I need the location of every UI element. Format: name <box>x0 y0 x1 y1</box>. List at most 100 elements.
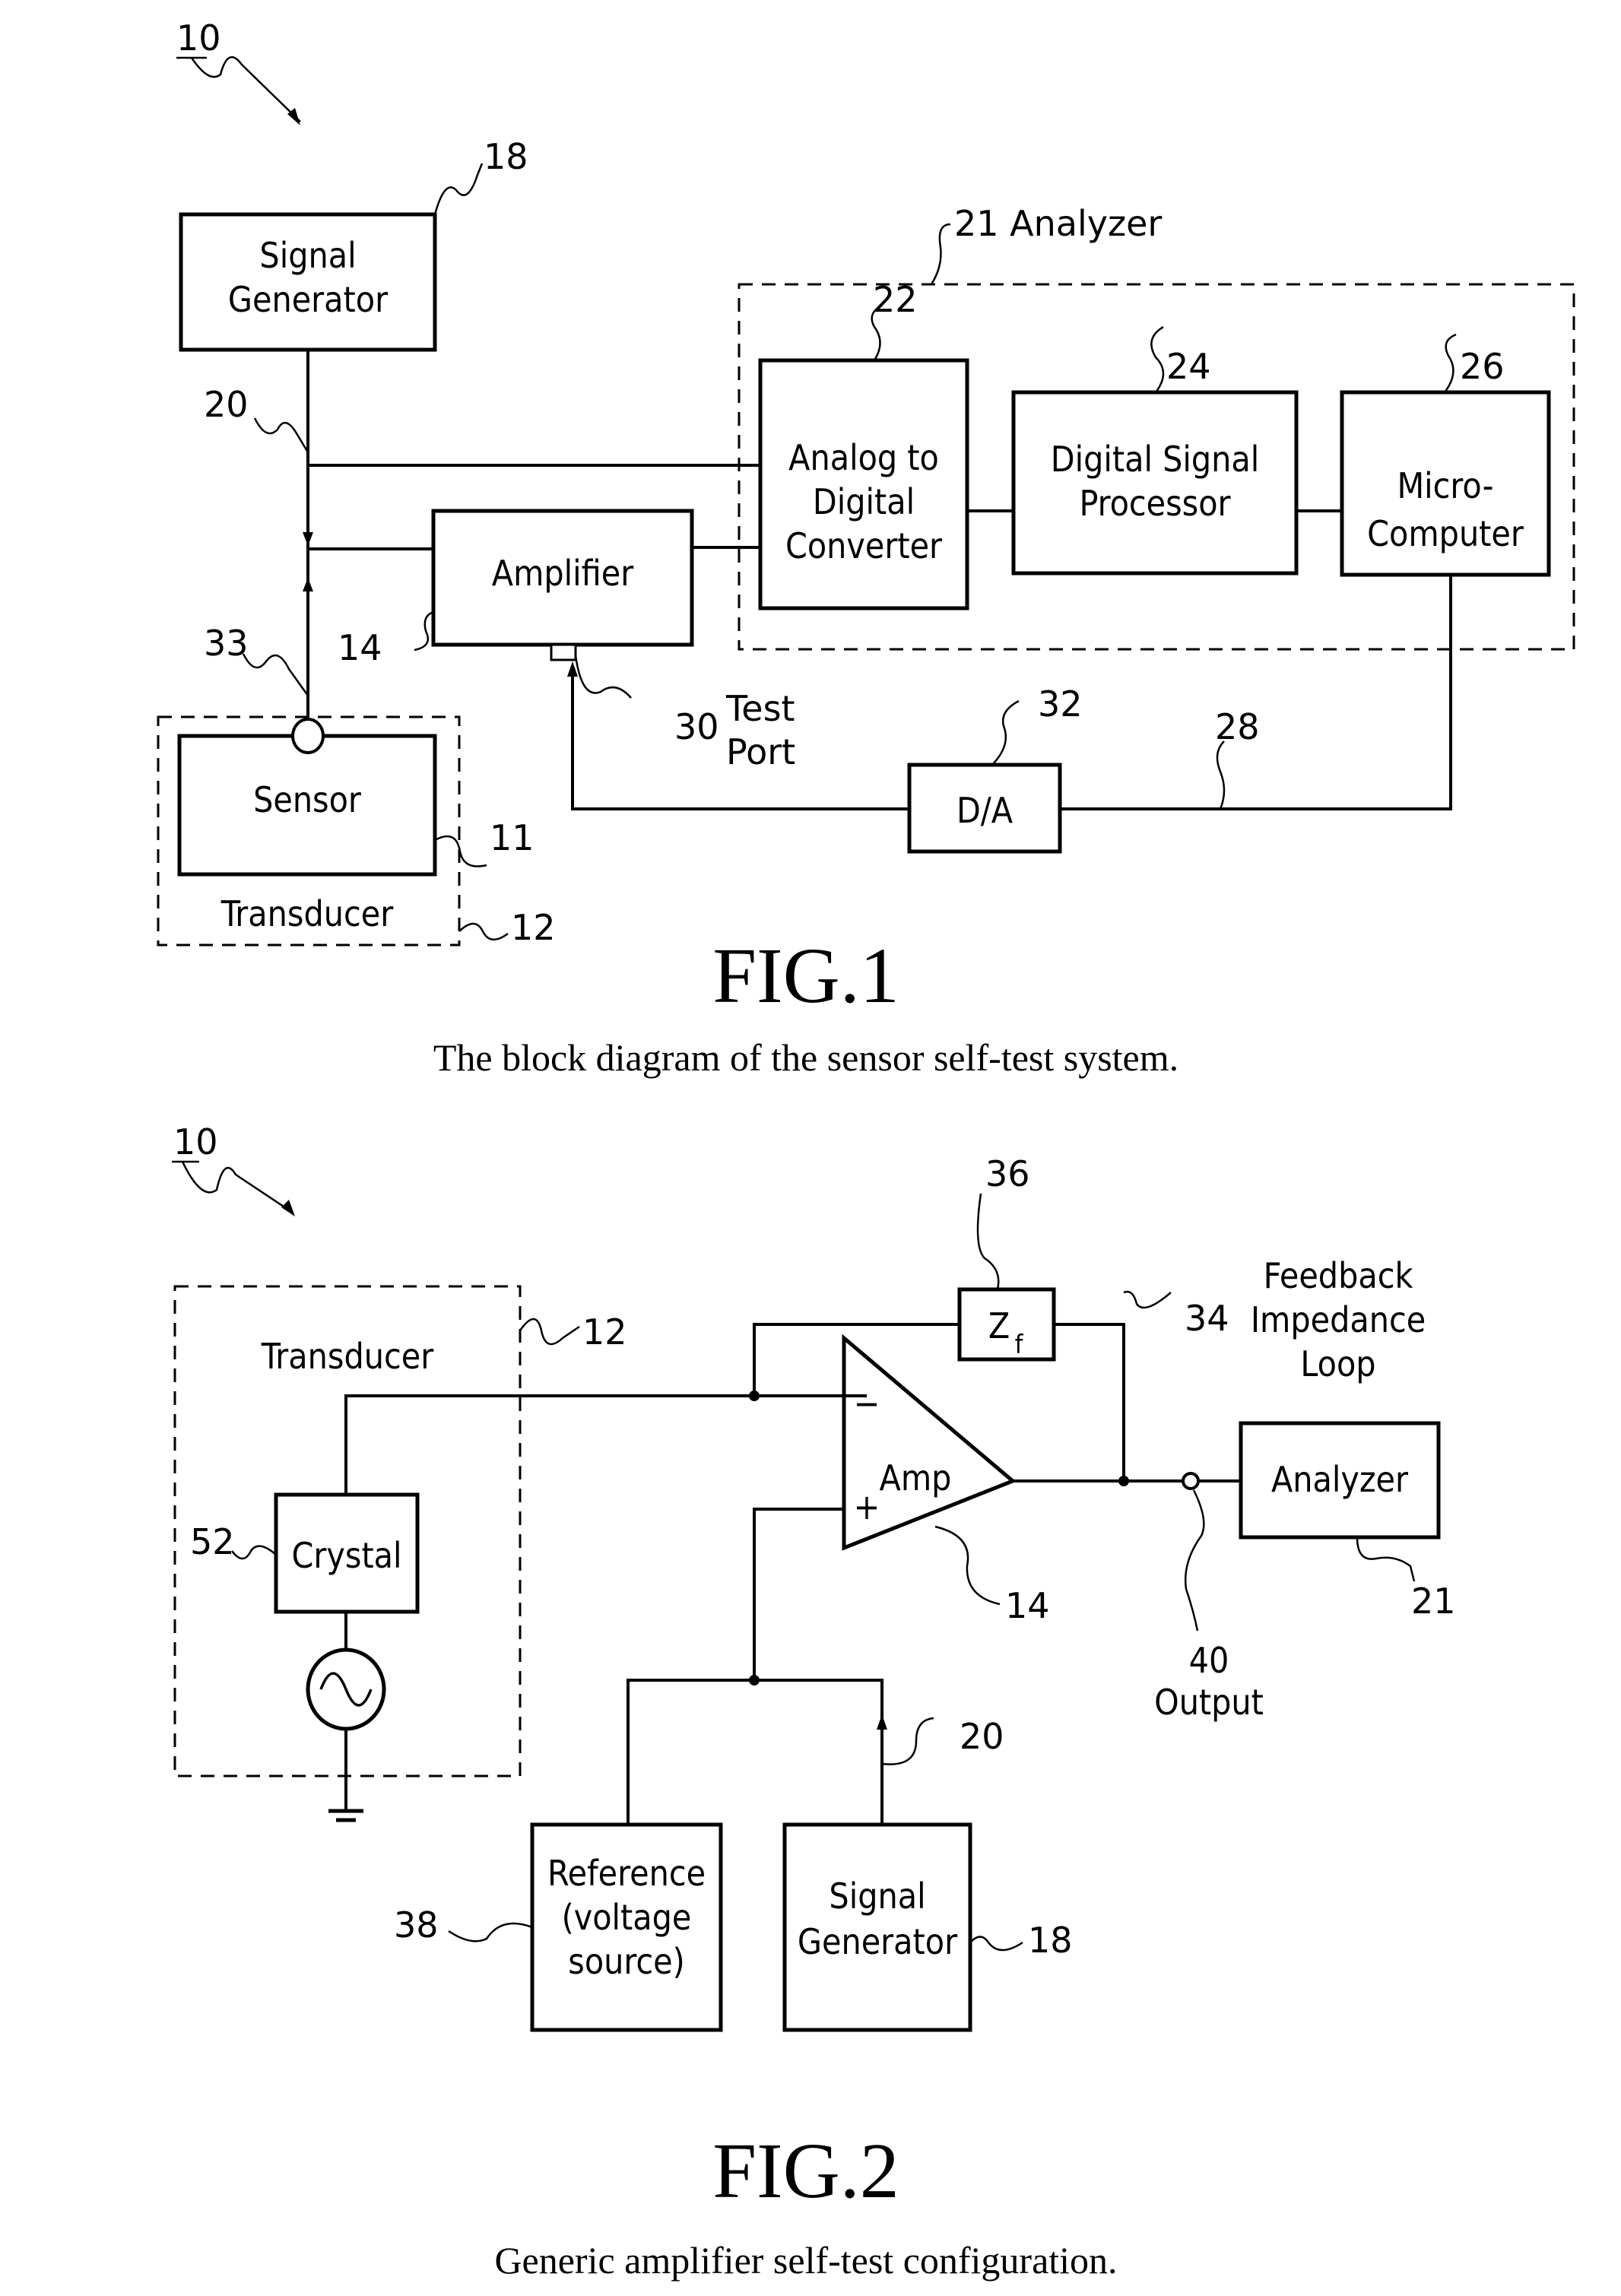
figure-1-caption: The block diagram of the sensor self-tes… <box>433 1036 1178 1079</box>
up-arrow-icon <box>877 1714 887 1730</box>
crystal-label: Crystal <box>291 1535 401 1576</box>
ref-30: 30 <box>674 706 719 747</box>
output-terminal-icon <box>1182 1472 1200 1490</box>
feedback-wire-right <box>1054 1323 1125 1481</box>
system-ref-arrow-icon <box>181 1161 293 1214</box>
ref-22: 22 <box>873 279 918 320</box>
junction-dot <box>1118 1476 1129 1486</box>
reference-signal-bus <box>627 1679 883 1825</box>
ref-leader-34 <box>1123 1290 1172 1309</box>
reference-label-3: source) <box>568 1941 684 1982</box>
ref-14: 14 <box>1005 1585 1050 1626</box>
ref-34: 34 <box>1185 1298 1229 1339</box>
adc-label-3: Converter <box>785 525 943 566</box>
ref-leader-12 <box>458 922 509 940</box>
ref-leader-36 <box>976 1193 1000 1290</box>
figure-2-caption: Generic amplifier self-test configuratio… <box>494 2239 1117 2282</box>
da-label: D/A <box>956 790 1013 831</box>
figure-1-title: FIG.1 <box>712 932 899 1020</box>
ref-leader-28 <box>1216 740 1226 810</box>
ref-52: 52 <box>190 1521 235 1562</box>
amp-label: Amp <box>880 1457 952 1498</box>
ref-36: 36 <box>985 1153 1030 1194</box>
amp-minus-sign: − <box>854 1383 880 1424</box>
ref-leader-24 <box>1150 325 1165 393</box>
feedback-label-3: Loop <box>1300 1343 1375 1384</box>
signal-generator-label-2: Generator <box>228 279 389 320</box>
ref-28: 28 <box>1215 706 1260 747</box>
ref-21: 21 <box>1411 1581 1456 1622</box>
adc-label-1: Analog to <box>788 437 939 478</box>
ref-12: 12 <box>511 907 556 948</box>
ref-leader-12 <box>519 1318 580 1346</box>
ref-18: 18 <box>1028 1920 1073 1961</box>
ref-leader-20 <box>881 1717 934 1765</box>
dsp-label-1: Digital Signal <box>1051 439 1260 480</box>
ref-12: 12 <box>582 1311 627 1353</box>
ref-38: 38 <box>394 1904 439 1946</box>
patent-drawing-sheet: 10 Signal Generator 18 20 Amplifier 14 3… <box>157 17 1575 2282</box>
ref-leader-30 <box>574 655 632 699</box>
down-arrow-icon <box>303 532 313 546</box>
ref-40: 40 <box>1189 1640 1229 1681</box>
ref-leader-21 <box>1356 1536 1416 1582</box>
ref-leader-18 <box>433 163 484 215</box>
ref-33: 33 <box>204 623 249 664</box>
sensor-label: Sensor <box>253 779 362 820</box>
ref-leader-32 <box>991 699 1020 766</box>
ref-leader-20 <box>253 417 309 453</box>
ref-32: 32 <box>1038 683 1083 725</box>
adc-label-2: Digital <box>813 481 915 522</box>
zf-subscript: f <box>1015 1330 1024 1360</box>
ref-leader-14 <box>414 610 434 652</box>
analyzer-label: Analyzer <box>1271 1459 1409 1500</box>
test-port-label-2: Port <box>726 731 795 772</box>
amp-noninverting-input <box>753 1508 844 1680</box>
ref-26: 26 <box>1460 346 1505 387</box>
ref-20: 20 <box>204 384 249 425</box>
system-ref-arrow-icon <box>190 55 301 122</box>
wire-crystal-to-amp <box>344 1394 867 1495</box>
microcomputer-label-1: Micro- <box>1397 465 1493 506</box>
ref-14: 14 <box>338 627 382 668</box>
ref-11: 11 <box>490 817 535 858</box>
feedback-label-1: Feedback <box>1264 1255 1413 1296</box>
amplifier-label: Amplifier <box>492 553 634 594</box>
ref-leader-52 <box>231 1545 277 1560</box>
ref-leader-18 <box>969 1936 1023 1952</box>
signal-generator-label-2: Generator <box>798 1921 958 1962</box>
ref-leader-40 <box>1185 1489 1205 1632</box>
signal-generator-label-1: Signal <box>829 1876 925 1917</box>
transducer-label: Transducer <box>220 893 394 934</box>
reference-label-1: Reference <box>547 1853 706 1894</box>
ref-24: 24 <box>1166 346 1211 387</box>
dsp-label-2: Processor <box>1079 483 1231 524</box>
figure-2: 10 Transducer 12 Crystal 52 Z f 36 34 Fe… <box>172 1121 1456 2282</box>
ref-leader-33 <box>242 653 309 696</box>
ref-leader-11 <box>434 835 487 867</box>
ref-leader-26 <box>1444 333 1457 393</box>
zf-label: Z <box>988 1305 1010 1346</box>
figure-2-title: FIG.2 <box>712 2127 899 2215</box>
feedback-label-2: Impedance <box>1251 1299 1426 1340</box>
ref-leader-38 <box>448 1922 533 1942</box>
ref-20: 20 <box>960 1716 1004 1757</box>
transducer-label: Transducer <box>261 1336 434 1377</box>
test-port-label-1: Test <box>725 688 795 729</box>
arrowhead-icon <box>281 1200 295 1216</box>
amp-plus-sign: + <box>854 1486 880 1527</box>
test-port <box>550 643 577 661</box>
junction-dot <box>749 1675 760 1686</box>
feedback-line-28 <box>1061 575 1452 810</box>
figure-1: 10 Signal Generator 18 20 Amplifier 14 3… <box>157 17 1575 1079</box>
signal-generator-label-1: Signal <box>259 235 356 276</box>
reference-label-2: (voltage <box>562 1897 692 1938</box>
up-arrow-icon <box>303 578 313 591</box>
microcomputer-label-2: Computer <box>1367 513 1524 554</box>
system-ref-label: 10 <box>176 17 221 59</box>
system-ref-label: 10 <box>173 1121 218 1162</box>
ref-18: 18 <box>484 136 528 177</box>
ref-leader-14 <box>934 1525 1001 1606</box>
ref-leader-21 <box>930 223 951 285</box>
sensor-connector-icon <box>291 718 325 754</box>
